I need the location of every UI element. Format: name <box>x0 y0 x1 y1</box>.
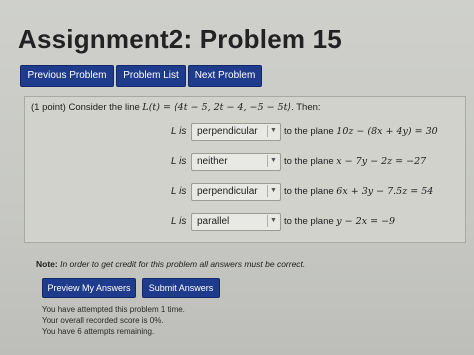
answer-row: L is perpendicular ▼ to the plane 10z − … <box>25 123 465 141</box>
row-label: L is <box>171 186 187 197</box>
plane-prefix: to the plane <box>284 156 337 167</box>
selected-value: perpendicular <box>197 126 258 137</box>
plane-equation: 10z − (8x + 4y) = 30 <box>336 126 438 137</box>
selected-value: neither <box>197 156 228 167</box>
row-label: L is <box>171 216 187 227</box>
plane-text: to the plane y − 2x = −9 <box>284 216 395 227</box>
submit-answers-button[interactable]: Submit Answers <box>142 278 220 298</box>
row-label: L is <box>171 156 187 167</box>
next-problem-button[interactable]: Next Problem <box>188 65 262 87</box>
answer-select-1[interactable]: perpendicular ▼ <box>191 123 281 141</box>
plane-prefix: to the plane <box>284 186 337 197</box>
page: Assignment2: Problem 15 Previous Problem… <box>0 0 474 355</box>
selected-value: perpendicular <box>197 186 258 197</box>
previous-problem-button[interactable]: Previous Problem <box>20 65 114 87</box>
plane-prefix: to the plane <box>284 216 337 227</box>
attempts-remaining-text: You have 6 attempts remaining. <box>42 327 155 336</box>
note-label: Note: <box>36 259 58 269</box>
preview-answers-button[interactable]: Preview My Answers <box>42 278 136 298</box>
page-title: Assignment2: Problem 15 <box>18 24 342 54</box>
plane-equation: x − 7y − 2z = −27 <box>336 156 427 167</box>
selected-value: parallel <box>197 216 230 227</box>
note-text: In order to get credit for this problem … <box>57 259 306 269</box>
row-label: L is <box>171 126 187 137</box>
chevron-down-icon: ▼ <box>267 185 279 197</box>
plane-equation: 6x + 3y − 7.5z = 54 <box>336 186 434 197</box>
chevron-down-icon: ▼ <box>267 125 279 137</box>
problem-statement: (1 point) Consider the line L(t) = ⟨4t −… <box>31 102 321 113</box>
recorded-score-text: Your overall recorded score is 0%. <box>42 316 164 325</box>
answer-row: L is perpendicular ▼ to the plane 6x + 3… <box>25 183 465 201</box>
answer-select-4[interactable]: parallel ▼ <box>191 213 281 231</box>
attempts-made-text: You have attempted this problem 1 time. <box>42 305 185 314</box>
answer-row: L is neither ▼ to the plane x − 7y − 2z … <box>25 153 465 171</box>
plane-prefix: to the plane <box>284 126 337 137</box>
plane-text: to the plane 6x + 3y − 7.5z = 54 <box>284 186 433 197</box>
answer-select-2[interactable]: neither ▼ <box>191 153 281 171</box>
plane-text: to the plane 10z − (8x + 4y) = 30 <box>284 126 438 137</box>
line-equation: L(t) = ⟨4t − 5, 2t − 4, −5 − 5t⟩ <box>142 102 292 113</box>
problem-intro-prefix: (1 point) Consider the line <box>31 102 143 113</box>
problem-intro-suffix: . Then: <box>291 102 321 113</box>
plane-text: to the plane x − 7y − 2z = −27 <box>284 156 426 167</box>
credit-note: Note: In order to get credit for this pr… <box>36 259 305 269</box>
chevron-down-icon: ▼ <box>267 215 279 227</box>
answer-select-3[interactable]: perpendicular ▼ <box>191 183 281 201</box>
plane-equation: y − 2x = −9 <box>336 216 396 227</box>
problem-list-button[interactable]: Problem List <box>116 65 186 87</box>
problem-box: (1 point) Consider the line L(t) = ⟨4t −… <box>24 96 466 243</box>
chevron-down-icon: ▼ <box>267 155 279 167</box>
answer-row: L is parallel ▼ to the plane y − 2x = −9 <box>25 213 465 231</box>
